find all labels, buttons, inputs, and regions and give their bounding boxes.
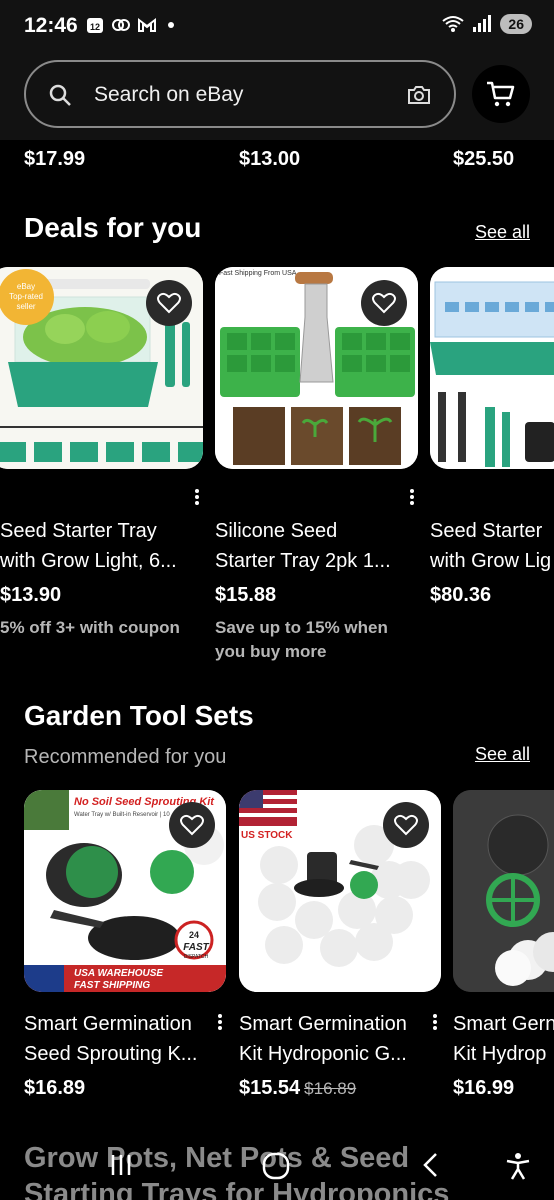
calendar-icon: 12 xyxy=(87,18,103,33)
svg-text:eBay: eBay xyxy=(17,282,35,291)
item-price: $16.89 xyxy=(24,1077,86,1099)
item-title[interactable]: Seed Starter Tray xyxy=(0,516,200,546)
camera-icon[interactable] xyxy=(406,83,432,107)
item-price: $13.00 xyxy=(239,148,301,170)
product-image[interactable] xyxy=(453,790,554,992)
item-title[interactable]: Silicone Seed xyxy=(215,516,415,546)
watch-heart-button[interactable] xyxy=(169,802,215,848)
item-title[interactable]: Kit Hydrop xyxy=(453,1039,554,1069)
banner-subtitle: Water Tray w/ Built-in Reservoir | 10 ..… xyxy=(74,812,185,818)
section-title-garden: Garden Tool Sets xyxy=(24,700,254,731)
item-promo: you buy more xyxy=(215,642,327,661)
search-icon xyxy=(49,84,71,106)
item-price: $13.90 xyxy=(0,584,62,606)
item-title[interactable]: Smart Germination xyxy=(239,1009,429,1039)
heated-tray-photo xyxy=(430,267,554,469)
watch-heart-button[interactable] xyxy=(361,280,407,326)
svg-text:12: 12 xyxy=(90,22,100,32)
banner-warehouse: USA WAREHOUSE xyxy=(74,968,163,979)
heart-icon xyxy=(372,292,396,314)
item-title[interactable]: with Grow Lig xyxy=(430,546,554,576)
heart-icon xyxy=(157,292,181,314)
status-time: 12:46 xyxy=(24,14,78,37)
more-options-button[interactable] xyxy=(213,1012,227,1036)
badge-fast: FAST xyxy=(183,942,209,953)
item-title[interactable]: with Grow Light, 6... xyxy=(0,546,200,576)
section-title-deals: Deals for you xyxy=(24,212,202,243)
item-promo: 5% off 3+ with coupon xyxy=(0,618,180,637)
item-title[interactable]: Smart Gern xyxy=(453,1009,554,1039)
germination-kit-dark-photo xyxy=(453,790,554,992)
status-system-icons: 26 xyxy=(442,14,532,34)
item-price: $25.50 xyxy=(453,148,515,170)
us-stock-label: US STOCK xyxy=(241,830,293,841)
wifi-icon xyxy=(442,16,465,32)
item-promo: Save up to 15% when xyxy=(215,618,388,637)
see-all-deals-link[interactable]: See all xyxy=(475,222,530,243)
item-title[interactable]: Kit Hydroponic G... xyxy=(239,1039,429,1069)
home-icon[interactable] xyxy=(262,1152,290,1180)
search-placeholder: Search on eBay xyxy=(94,83,244,106)
watch-heart-button[interactable] xyxy=(146,280,192,326)
back-icon[interactable] xyxy=(420,1152,442,1178)
svg-text:seller: seller xyxy=(16,302,35,311)
svg-text:Top-rated: Top-rated xyxy=(9,292,43,301)
heart-icon xyxy=(394,814,418,836)
app-header: Search on eBay xyxy=(0,52,554,140)
app-notification-icon xyxy=(112,19,130,31)
accessibility-icon[interactable] xyxy=(505,1152,531,1180)
battery-indicator: 26 xyxy=(500,14,532,34)
recent-apps-icon[interactable] xyxy=(108,1152,134,1178)
heart-icon xyxy=(180,814,204,836)
more-options-button[interactable] xyxy=(405,487,419,511)
badge-number: 24 xyxy=(189,930,199,940)
more-notifications-dot xyxy=(168,22,174,28)
system-nav-bar xyxy=(0,1134,554,1200)
item-price: $15.88 xyxy=(215,584,277,606)
search-bar[interactable]: Search on eBay xyxy=(24,60,456,128)
price-value: $15.54 xyxy=(239,1077,301,1099)
item-title[interactable]: Starter Tray 2pk 1... xyxy=(215,546,415,576)
original-price: $16.89 xyxy=(304,1079,357,1098)
watch-heart-button[interactable] xyxy=(383,802,429,848)
banner-shipping: FAST SHIPPING xyxy=(74,980,150,991)
more-options-button[interactable] xyxy=(190,487,204,511)
status-bar: 12:46 12 26 xyxy=(0,0,554,52)
item-title[interactable]: Seed Sprouting K... xyxy=(24,1039,214,1069)
gmail-icon xyxy=(138,18,156,32)
section-subtitle: Recommended for you xyxy=(24,746,227,768)
cart-button[interactable] xyxy=(472,65,530,123)
item-title[interactable]: Smart Germination xyxy=(24,1009,214,1039)
see-all-garden-link[interactable]: See all xyxy=(475,744,530,765)
svg-text:Fast Shipping From USA: Fast Shipping From USA xyxy=(219,270,297,277)
item-title[interactable]: Seed Starter xyxy=(430,516,554,546)
status-notification-icons: 12 xyxy=(86,16,174,34)
more-options-button[interactable] xyxy=(428,1012,442,1036)
badge-dispatch: DISPATCH xyxy=(184,954,209,960)
item-price: $15.54 $16.89 xyxy=(239,1077,356,1100)
cart-icon xyxy=(487,81,515,107)
item-price: $17.99 xyxy=(24,148,86,170)
item-price: $80.36 xyxy=(430,584,492,606)
item-price: $16.99 xyxy=(453,1077,515,1099)
product-image[interactable] xyxy=(430,267,554,469)
signal-icon xyxy=(473,15,492,32)
